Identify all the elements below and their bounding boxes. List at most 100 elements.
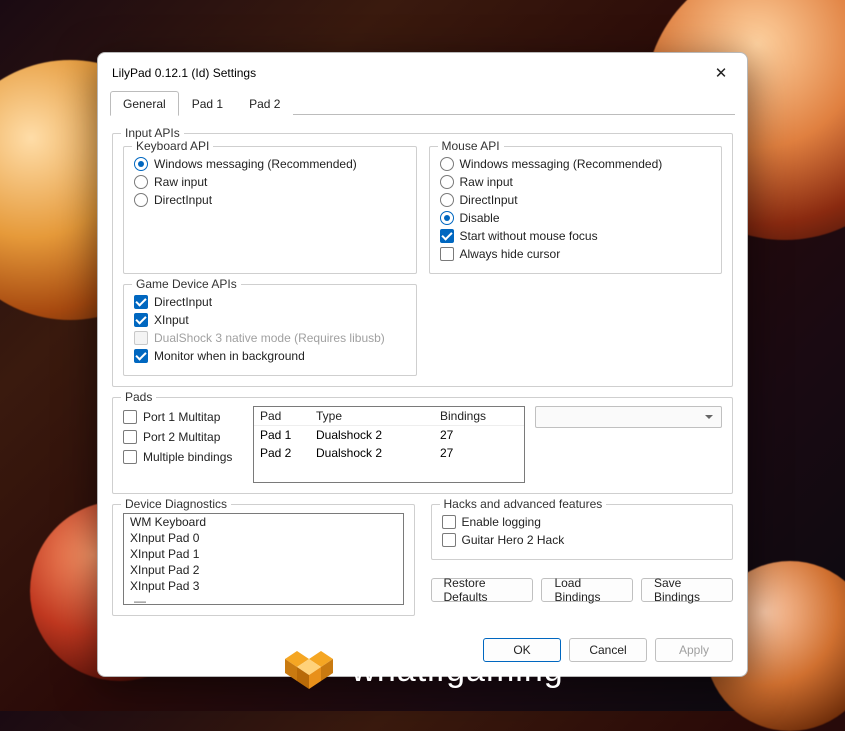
checkbox-icon xyxy=(440,229,454,243)
group-mouse-api: Mouse API Windows messaging (Recommended… xyxy=(429,146,723,274)
tab-pad2[interactable]: Pad 2 xyxy=(236,91,293,115)
radio-icon xyxy=(134,175,148,189)
check-label: DirectInput xyxy=(154,295,212,309)
radio-label: Disable xyxy=(460,211,500,225)
check-multiple-bindings[interactable]: Multiple bindings xyxy=(123,448,243,466)
radio-label: Raw input xyxy=(460,175,513,189)
checkbox-icon xyxy=(442,515,456,529)
legend-game-device-apis: Game Device APIs xyxy=(132,277,241,291)
save-bindings-button[interactable]: Save Bindings xyxy=(641,578,733,602)
check-enable-logging[interactable]: Enable logging xyxy=(442,513,723,531)
pad-type-combo[interactable] xyxy=(535,406,722,428)
checkbox-icon xyxy=(134,349,148,363)
check-always-hide-cursor[interactable]: Always hide cursor xyxy=(440,245,712,263)
checkbox-icon xyxy=(134,313,148,327)
radio-label: DirectInput xyxy=(154,193,212,207)
tab-body: Input APIs Keyboard API Windows messagin… xyxy=(98,115,747,628)
check-port1-multitap[interactable]: Port 1 Multitap xyxy=(123,408,243,426)
group-hacks: Hacks and advanced features Enable loggi… xyxy=(431,504,734,560)
radio-icon xyxy=(440,193,454,207)
cell-type: Dualshock 2 xyxy=(316,446,440,460)
check-label: Enable logging xyxy=(462,515,541,529)
close-icon: ✕ xyxy=(715,64,728,82)
group-keyboard-api: Keyboard API Windows messaging (Recommen… xyxy=(123,146,417,274)
pads-side-options: Port 1 Multitap Port 2 Multitap Multiple… xyxy=(123,406,243,466)
list-item[interactable]: XInput Pad 0 xyxy=(124,530,403,546)
checkbox-icon xyxy=(123,430,137,444)
check-label: Monitor when in background xyxy=(154,349,305,363)
col-type: Type xyxy=(316,409,440,423)
legend-pads: Pads xyxy=(121,390,156,404)
check-label: XInput xyxy=(154,313,189,327)
radio-icon xyxy=(440,175,454,189)
radio-mouse-directinput[interactable]: DirectInput xyxy=(440,191,712,209)
list-item[interactable]: XInput Pad 3 xyxy=(124,578,403,594)
check-start-no-mouse-focus[interactable]: Start without mouse focus xyxy=(440,227,712,245)
radio-label: Windows messaging (Recommended) xyxy=(460,157,663,171)
legend-hacks: Hacks and advanced features xyxy=(440,497,607,511)
group-device-diagnostics: Device Diagnostics WM Keyboard XInput Pa… xyxy=(112,504,415,616)
radio-icon xyxy=(440,211,454,225)
watermark: whatifgaming xyxy=(0,647,845,693)
check-gd-xinput[interactable]: XInput xyxy=(134,311,406,329)
check-gd-monitor-bg[interactable]: Monitor when in background xyxy=(134,347,406,365)
tab-pad1[interactable]: Pad 1 xyxy=(179,91,236,115)
list-item[interactable]: XInput Pad 1 xyxy=(124,546,403,562)
pads-table[interactable]: Pad Type Bindings Pad 1 Dualshock 2 27 P… xyxy=(253,406,525,483)
check-label: DualShock 3 native mode (Requires libusb… xyxy=(154,331,385,345)
group-game-device-apis: Game Device APIs DirectInput XInput Dual… xyxy=(123,284,417,376)
radio-mouse-wm[interactable]: Windows messaging (Recommended) xyxy=(440,155,712,173)
cell-bindings: 27 xyxy=(440,428,510,442)
checkbox-icon xyxy=(123,410,137,424)
radio-mouse-raw[interactable]: Raw input xyxy=(440,173,712,191)
close-button[interactable]: ✕ xyxy=(705,61,737,85)
check-gh2-hack[interactable]: Guitar Hero 2 Hack xyxy=(442,531,723,549)
radio-keyboard-directinput[interactable]: DirectInput xyxy=(134,191,406,209)
list-more-icon: — xyxy=(124,594,403,605)
check-port2-multitap[interactable]: Port 2 Multitap xyxy=(123,428,243,446)
checkbox-icon xyxy=(123,450,137,464)
table-row[interactable]: Pad 2 Dualshock 2 27 xyxy=(254,444,524,462)
check-label: Port 2 Multitap xyxy=(143,430,220,444)
checkbox-icon xyxy=(134,331,148,345)
watermark-text: whatifgaming xyxy=(351,651,563,690)
logo-icon xyxy=(281,647,337,693)
radio-icon xyxy=(134,193,148,207)
cell-pad: Pad 2 xyxy=(260,446,316,460)
check-gd-directinput[interactable]: DirectInput xyxy=(134,293,406,311)
legend-keyboard-api: Keyboard API xyxy=(132,139,213,153)
col-pad: Pad xyxy=(260,409,316,423)
cell-type: Dualshock 2 xyxy=(316,428,440,442)
check-label: Guitar Hero 2 Hack xyxy=(462,533,565,547)
check-label: Start without mouse focus xyxy=(460,229,598,243)
cell-pad: Pad 1 xyxy=(260,428,316,442)
checkbox-icon xyxy=(134,295,148,309)
checkbox-icon xyxy=(440,247,454,261)
check-label: Multiple bindings xyxy=(143,450,232,464)
check-label: Port 1 Multitap xyxy=(143,410,220,424)
device-list[interactable]: WM Keyboard XInput Pad 0 XInput Pad 1 XI… xyxy=(123,513,404,605)
list-item[interactable]: XInput Pad 2 xyxy=(124,562,403,578)
table-header: Pad Type Bindings xyxy=(254,407,524,426)
restore-defaults-button[interactable]: Restore Defaults xyxy=(431,578,534,602)
window-title: LilyPad 0.12.1 (Id) Settings xyxy=(112,66,256,80)
legend-device-diagnostics: Device Diagnostics xyxy=(121,497,231,511)
legend-input-apis: Input APIs xyxy=(121,126,184,140)
radio-keyboard-wm[interactable]: Windows messaging (Recommended) xyxy=(134,155,406,173)
radio-icon xyxy=(440,157,454,171)
list-item[interactable]: WM Keyboard xyxy=(124,514,403,530)
group-pads: Pads Port 1 Multitap Port 2 Multitap Mul… xyxy=(112,397,733,494)
tab-strip: General Pad 1 Pad 2 xyxy=(98,91,747,115)
checkbox-icon xyxy=(442,533,456,547)
table-row[interactable]: Pad 1 Dualshock 2 27 xyxy=(254,426,524,444)
group-input-apis: Input APIs Keyboard API Windows messagin… xyxy=(112,133,733,387)
load-bindings-button[interactable]: Load Bindings xyxy=(541,578,632,602)
settings-window: LilyPad 0.12.1 (Id) Settings ✕ General P… xyxy=(97,52,748,677)
radio-keyboard-raw[interactable]: Raw input xyxy=(134,173,406,191)
legend-mouse-api: Mouse API xyxy=(438,139,504,153)
col-bindings: Bindings xyxy=(440,409,510,423)
radio-icon xyxy=(134,157,148,171)
tab-general[interactable]: General xyxy=(110,91,179,116)
check-gd-ds3-native: DualShock 3 native mode (Requires libusb… xyxy=(134,329,406,347)
radio-mouse-disable[interactable]: Disable xyxy=(440,209,712,227)
